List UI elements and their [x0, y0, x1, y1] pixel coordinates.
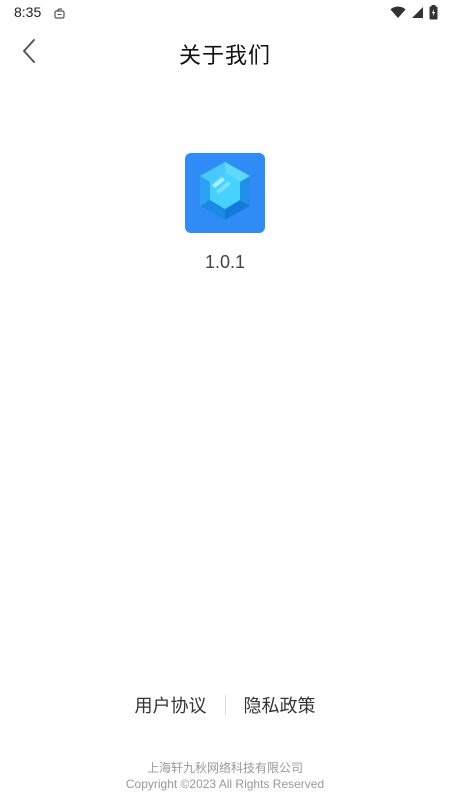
- copyright-text: Copyright ©2023 All Rights Reserved: [125, 777, 325, 791]
- battery-charging-icon: [429, 5, 438, 20]
- app-logo: [185, 153, 265, 233]
- app-version: 1.0.1: [204, 252, 246, 272]
- user-agreement-link[interactable]: 用户协议: [117, 692, 225, 718]
- page-title: 关于我们: [178, 44, 271, 69]
- app-bar: 关于我们: [0, 26, 450, 80]
- company-name: 上海轩九秋网络科技有限公司: [146, 761, 303, 775]
- status-bar: 8:35: [0, 0, 450, 26]
- footer-links: 用户协议 隐私政策: [0, 692, 450, 718]
- privacy-policy-link[interactable]: 隐私政策: [226, 692, 334, 718]
- about-us-screen: 8:35 关于我们 1.0.1 用户协议 隐私政策 上海轩九秋网络科技有限公司 …: [0, 0, 450, 799]
- notification-icon: [53, 6, 66, 19]
- status-icons: [390, 5, 438, 20]
- cell-signal-icon: [411, 6, 424, 19]
- status-time: 8:35: [14, 4, 42, 20]
- hexagon-gem-icon: [194, 159, 256, 227]
- wifi-icon: [390, 6, 406, 19]
